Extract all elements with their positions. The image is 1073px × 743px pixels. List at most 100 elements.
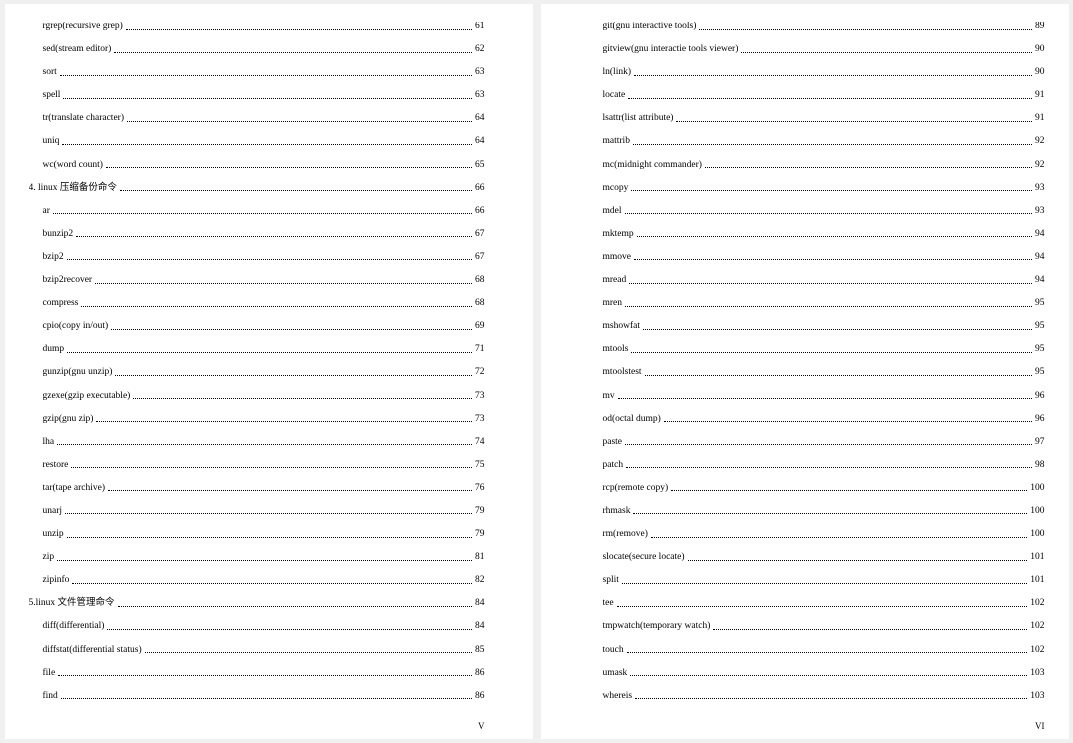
toc-entry: paste97: [589, 438, 1045, 448]
toc-entry: rgrep(recursive grep)61: [29, 22, 485, 32]
toc-leader-dots: [635, 698, 1027, 699]
toc-leader-dots: [53, 213, 472, 214]
toc-leader-dots: [625, 306, 1032, 307]
toc-entry: slocate(secure locate)101: [589, 553, 1045, 563]
toc-entry-label: slocate(secure locate): [603, 553, 685, 563]
toc-entry-label: cpio(copy in/out): [43, 322, 109, 332]
toc-entry-label: mc(midnight commander): [603, 161, 702, 171]
toc-entry: mcopy93: [589, 184, 1045, 194]
toc-entry: wc(word count)65: [29, 161, 485, 171]
toc-leader-dots: [111, 329, 472, 330]
toc-leader-dots: [76, 236, 472, 237]
toc-entry-page: 95: [1035, 368, 1045, 378]
toc-entry-page: 84: [475, 599, 485, 609]
toc-leader-dots: [699, 29, 1032, 30]
toc-leader-dots: [71, 467, 472, 468]
toc-entry-page: 66: [475, 207, 485, 217]
toc-entry-label: mdel: [603, 207, 622, 217]
toc-entry: od(octal dump)96: [589, 415, 1045, 425]
toc-leader-dots: [120, 190, 472, 191]
table-of-contents-right: git(gnu interactive tools)89 gitview(gnu …: [589, 22, 1045, 729]
toc-entry-label: mktemp: [603, 230, 634, 240]
toc-entry-page: 76: [475, 484, 485, 494]
page-footer-left: V: [478, 721, 485, 731]
toc-entry: locate91: [589, 91, 1045, 101]
toc-entry-page: 102: [1030, 599, 1044, 609]
toc-entry-label: mattrib: [603, 137, 630, 147]
toc-entry-page: 92: [1035, 161, 1045, 171]
toc-entry-label: mtools: [603, 345, 629, 355]
toc-entry-label: mshowfat: [603, 322, 640, 332]
toc-leader-dots: [126, 29, 472, 30]
toc-entry-page: 67: [475, 253, 485, 263]
toc-leader-dots: [107, 629, 472, 630]
page-right: git(gnu interactive tools)89 gitview(gnu …: [541, 4, 1069, 739]
toc-entry: rcp(remote copy)100: [589, 484, 1045, 494]
toc-leader-dots: [629, 283, 1032, 284]
toc-entry-page: 100: [1030, 530, 1044, 540]
toc-entry-label: locate: [603, 91, 626, 101]
toc-entry: uniq64: [29, 137, 485, 147]
toc-leader-dots: [664, 421, 1032, 422]
toc-entry-page: 90: [1035, 68, 1045, 78]
toc-entry: mattrib92: [589, 137, 1045, 147]
toc-leader-dots: [618, 398, 1032, 399]
toc-entry-label: od(octal dump): [603, 415, 661, 425]
toc-entry-label: gitview(gnu interactie tools viewer): [603, 45, 739, 55]
toc-leader-dots: [127, 121, 472, 122]
toc-entry-page: 81: [475, 553, 485, 563]
toc-entry: tr(translate character)64: [29, 114, 485, 124]
toc-entry-page: 86: [475, 669, 485, 679]
toc-entry: tar(tape archive)76: [29, 484, 485, 494]
toc-leader-dots: [67, 537, 472, 538]
toc-leader-dots: [634, 75, 1032, 76]
toc-entry: unarj 79: [29, 507, 485, 517]
toc-leader-dots: [631, 190, 1032, 191]
toc-entry-label: lsattr(list attribute): [603, 114, 674, 124]
page-left: rgrep(recursive grep)61sed(stream editor…: [5, 4, 533, 739]
toc-entry: bzip267: [29, 253, 485, 263]
toc-leader-dots: [651, 537, 1027, 538]
toc-entry: split101: [589, 576, 1045, 586]
toc-entry-page: 79: [475, 507, 485, 517]
toc-entry: gitview(gnu interactie tools viewer) 90: [589, 45, 1045, 55]
toc-entry-page: 65: [475, 161, 485, 171]
toc-entry-label: rhmask: [603, 507, 631, 517]
toc-entry-label: zip: [43, 553, 55, 563]
toc-leader-dots: [63, 98, 472, 99]
toc-entry-label: gunzip(gnu unzip): [43, 368, 113, 378]
toc-entry-label: unarj: [43, 507, 63, 517]
toc-leader-dots: [643, 329, 1032, 330]
toc-entry: sort63: [29, 68, 485, 78]
toc-entry-label: rgrep(recursive grep): [43, 22, 123, 32]
toc-leader-dots: [633, 513, 1027, 514]
toc-entry-label: sort: [43, 68, 57, 78]
table-of-contents-left: rgrep(recursive grep)61sed(stream editor…: [29, 22, 485, 729]
toc-leader-dots: [741, 52, 1032, 53]
toc-entry-page: 97: [1035, 438, 1045, 448]
toc-leader-dots: [631, 352, 1032, 353]
toc-entry-label: mv: [603, 392, 615, 402]
toc-entry-page: 103: [1030, 669, 1044, 679]
toc-entry-label: dump: [43, 345, 65, 355]
toc-entry-page: 86: [475, 692, 485, 702]
toc-entry-label: whereis: [603, 692, 633, 702]
toc-leader-dots: [625, 213, 1033, 214]
toc-leader-dots: [625, 444, 1032, 445]
toc-entry-page: 90: [1035, 45, 1045, 55]
toc-entry-label: unzip: [43, 530, 64, 540]
toc-leader-dots: [114, 52, 472, 53]
toc-leader-dots: [622, 583, 1027, 584]
toc-entry-page: 102: [1030, 622, 1044, 632]
toc-entry: git(gnu interactive tools)89: [589, 22, 1045, 32]
toc-entry: bunzip267: [29, 230, 485, 240]
toc-entry: patch98: [589, 461, 1045, 471]
toc-entry-label: gzexe(gzip executable): [43, 392, 131, 402]
toc-entry: diff(differential)84: [29, 622, 485, 632]
toc-entry-page: 74: [475, 438, 485, 448]
toc-entry: gzexe(gzip executable)73: [29, 392, 485, 402]
toc-entry-label: restore: [43, 461, 69, 471]
toc-entry-page: 79: [475, 530, 485, 540]
toc-entry-page: 84: [475, 622, 485, 632]
toc-leader-dots: [67, 259, 472, 260]
